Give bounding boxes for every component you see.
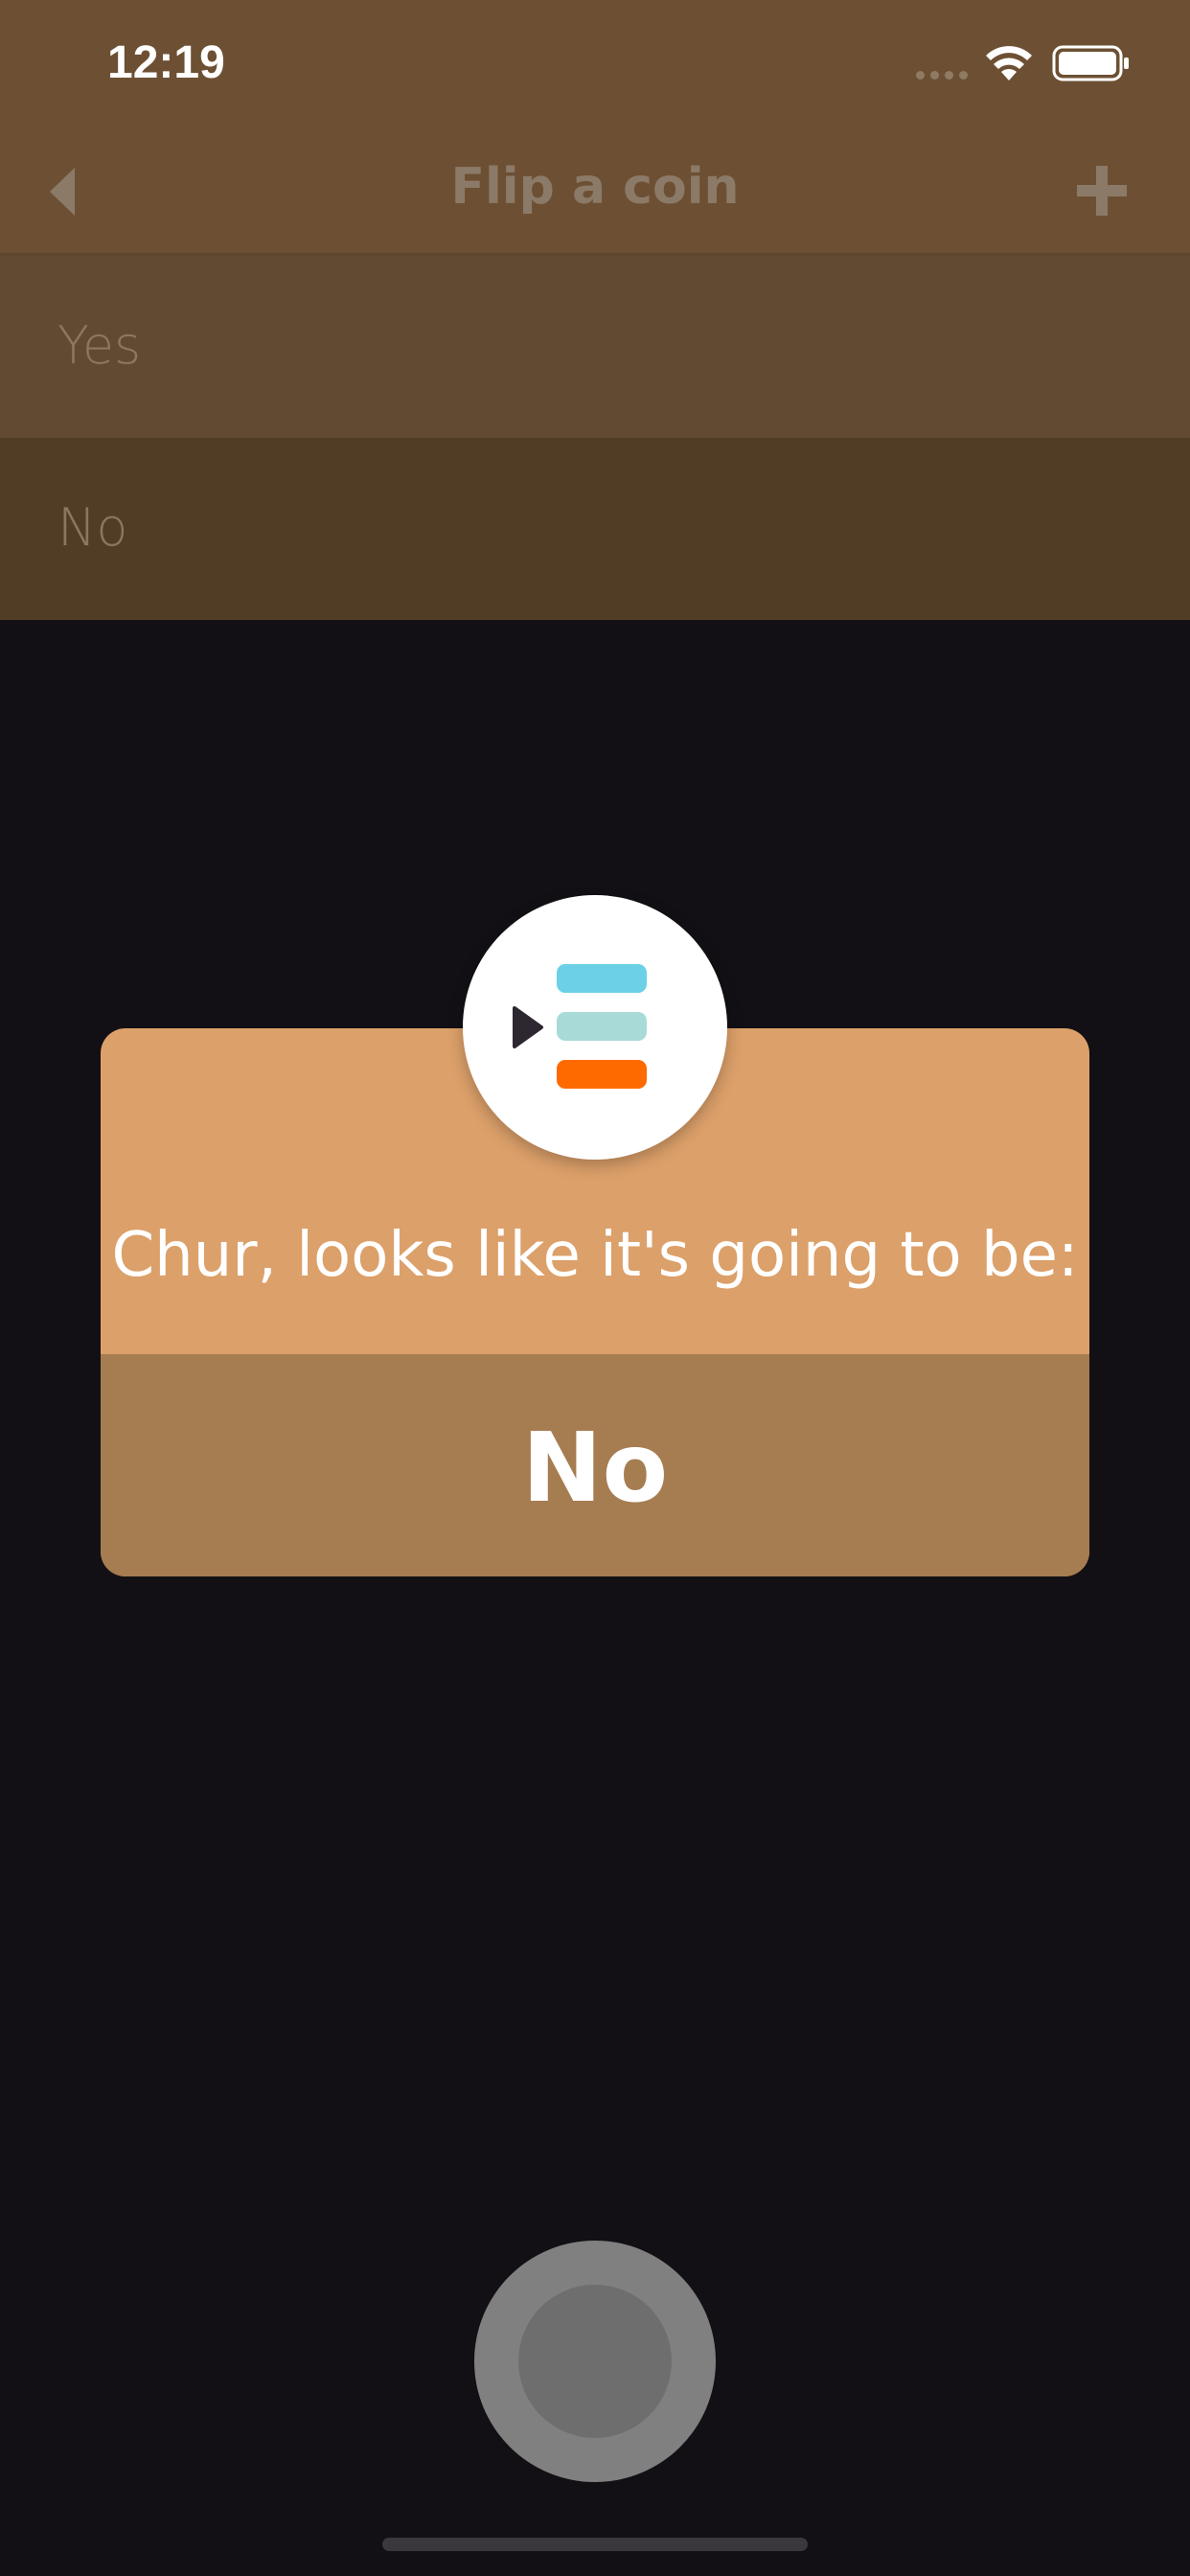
signal-dots-icon (916, 71, 970, 80)
home-indicator (382, 2538, 808, 2551)
wifi-icon (986, 46, 1032, 80)
nav-bar: Flip a coin (0, 129, 1190, 254)
app-header: 12:19 Flip a coin (0, 0, 1190, 254)
battery-icon (1052, 45, 1129, 81)
result-text: No (521, 1412, 669, 1524)
flip-button[interactable] (474, 2241, 716, 2482)
option-row-yes[interactable]: Yes (0, 256, 1190, 438)
option-label: Yes (57, 315, 142, 376)
option-label: No (57, 497, 128, 558)
result-panel: No (101, 1354, 1089, 1576)
app-logo-icon (463, 895, 727, 1160)
option-row-no[interactable]: No (0, 438, 1190, 620)
modal-message: Chur, looks like it's going to be: (111, 1220, 1079, 1291)
status-bar: 12:19 (0, 0, 1190, 129)
page-title: Flip a coin (450, 158, 740, 216)
plus-icon[interactable] (1075, 164, 1129, 218)
flip-button-icon (518, 2285, 672, 2438)
status-time: 12:19 (107, 37, 225, 88)
